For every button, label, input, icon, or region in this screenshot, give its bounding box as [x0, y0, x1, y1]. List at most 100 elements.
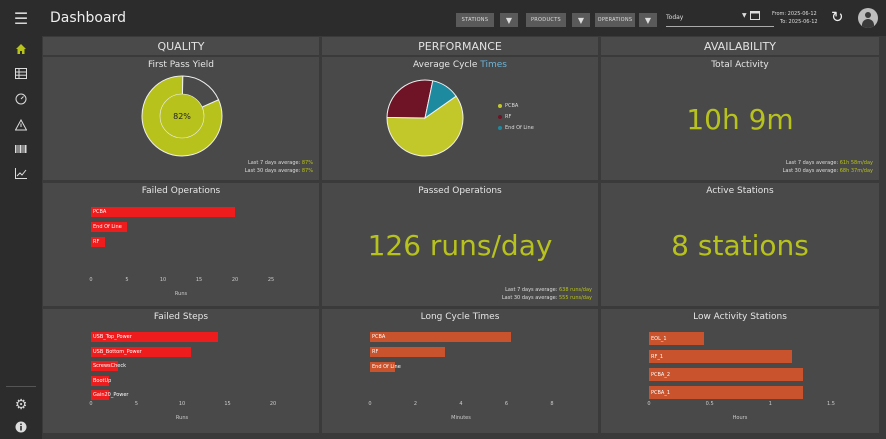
bar-pcba[interactable]: PCBA — [370, 332, 512, 342]
bar-rf[interactable]: RF — [91, 237, 106, 247]
products-filter-button[interactable]: PRODUCTS — [526, 13, 566, 27]
legend-label: PCBA — [505, 103, 519, 109]
fpy-avg7: Last 7 days average: 87% — [247, 160, 313, 166]
x-tick-label: 0 — [89, 401, 93, 407]
operations-filter-button[interactable]: OPERATIONS — [595, 13, 635, 27]
calendar-icon[interactable] — [750, 10, 760, 23]
quality-column-header: QUALITY — [43, 37, 319, 55]
list-icon[interactable] — [0, 60, 42, 86]
x-tick-label: 1 — [768, 401, 772, 407]
bar-label: End Of Line — [93, 224, 122, 230]
stations-filter-icon[interactable]: ▼ — [500, 13, 518, 27]
x-tick-label: 0 — [647, 401, 651, 407]
bar-label: PCBA — [372, 334, 386, 340]
bar-label: PCBA_2 — [651, 371, 671, 378]
refresh-icon[interactable]: ↻ — [831, 8, 844, 26]
bar-usb-top-power[interactable]: USB_Top_Power — [91, 332, 219, 342]
active-stations-value: 8 stations — [671, 229, 809, 262]
first-pass-yield-panel: First Pass Yield 82% Last 7 days average… — [43, 57, 319, 180]
total-activity-value: 10h 9m — [686, 103, 794, 136]
activity-avg7: Last 7 days average: 61h 58m/day — [785, 160, 873, 166]
chevron-down-icon[interactable]: ▼ — [742, 12, 747, 19]
x-tick-label: 10 — [159, 277, 167, 283]
failed-operations-panel: Failed Operations PCBA End Of Line RF 0 5 10 1… — [43, 183, 319, 306]
bar-label: Gain20_Power — [93, 392, 129, 398]
menu-toggle-icon[interactable]: ☰ — [0, 4, 42, 32]
x-axis-title: Runs — [175, 415, 189, 421]
panel-title: Failed Operations — [141, 186, 221, 196]
x-tick-label: 5 — [134, 401, 139, 407]
barcode-icon[interactable] — [0, 136, 42, 162]
legend-marker — [498, 114, 502, 119]
page-title: Dashboard — [50, 10, 126, 26]
total-activity-panel: Total Activity 10h 9m Last 7 days averag… — [601, 57, 879, 180]
bar-label: PCBA_1 — [651, 389, 671, 396]
bar-rf-1[interactable]: RF_1 — [649, 350, 793, 363]
app-root: ☰ ⚙ Dashboard STATIONS ▼ PRODUCTS ▼ OPER… — [0, 0, 886, 439]
x-tick-label: 5 — [125, 277, 129, 283]
x-tick-label: 6 — [504, 401, 509, 407]
bar-label: EOL_1 — [651, 335, 667, 342]
bar-screwscheck[interactable]: ScrewsCheck — [91, 361, 126, 371]
legend-label: End Of Line — [505, 125, 534, 131]
active-stations-panel: Active Stations 8 stations — [601, 183, 879, 306]
line-chart-icon[interactable] — [0, 160, 42, 186]
passed-operations-panel: Passed Operations 126 runs/day Last 7 da… — [322, 183, 598, 306]
x-axis-title: Runs — [174, 291, 188, 297]
bar-label: End Of Line — [372, 364, 401, 370]
date-to-label: To: 2025-06-12 — [780, 19, 818, 25]
gauge-icon[interactable] — [0, 86, 42, 112]
stations-filter-button[interactable]: STATIONS — [456, 13, 494, 27]
x-tick-label: 0 — [89, 277, 93, 283]
low-activity-stations-panel: Low Activity Stations EOL_1 RF_1 PCBA_2 PCB… — [601, 309, 879, 433]
date-from-label: From: 2025-06-12 — [772, 11, 817, 17]
bar-label: BootUp — [93, 377, 112, 384]
bar-label: PCBA — [93, 209, 107, 215]
bar-rf[interactable]: RF — [370, 347, 446, 357]
bar-gain20-power[interactable]: Gain20_Power — [91, 390, 128, 400]
panel-title: Failed Steps — [153, 312, 209, 322]
x-tick-label: 1.5 — [827, 401, 835, 407]
x-tick-label: 2 — [413, 401, 418, 407]
availability-column-header: AVAILABILITY — [601, 37, 879, 55]
warning-icon[interactable] — [0, 112, 42, 138]
panel-title: Passed Operations — [418, 186, 502, 196]
avatar[interactable] — [858, 8, 878, 28]
bar-eol-1[interactable]: EOL_1 — [649, 332, 704, 345]
home-icon[interactable] — [0, 36, 42, 62]
legend-item[interactable]: End Of Line — [498, 125, 534, 131]
info-icon[interactable] — [0, 414, 42, 439]
bar-end-of-line[interactable]: End Of Line — [91, 222, 127, 232]
bar-label: RF — [93, 239, 100, 245]
x-tick-label: 20 — [269, 401, 277, 407]
bar-pcba-2[interactable]: PCBA_2 — [649, 368, 804, 381]
long-cycle-times-panel: Long Cycle Times PCBA RF End Of Line 0 2 4 6 8 M… — [322, 309, 598, 433]
x-tick-label: 4 — [459, 401, 463, 407]
sidebar-divider — [6, 386, 36, 387]
bar-label: RF — [372, 349, 379, 355]
panel-title: Active Stations — [706, 186, 774, 196]
operations-filter-icon[interactable]: ▼ — [639, 13, 657, 27]
passed-operations-value: 126 runs/day — [367, 229, 553, 262]
panel-title: First Pass Yield — [147, 60, 214, 70]
performance-column-header: PERFORMANCE — [322, 37, 598, 55]
x-axis-title: Minutes — [451, 415, 471, 421]
bar-pcba-1[interactable]: PCBA_1 — [649, 386, 804, 399]
legend-marker — [498, 125, 502, 130]
top-bar: Dashboard STATIONS ▼ PRODUCTS ▼ OPERATIO… — [42, 0, 886, 36]
products-filter-icon[interactable]: ▼ — [572, 13, 590, 27]
panel-title: Low Activity Stations — [693, 312, 787, 322]
bar-usb-bottom-power[interactable]: USB_Bottom_Power — [91, 346, 192, 357]
legend-item[interactable]: PCBA — [498, 103, 518, 109]
x-tick-label: 0.5 — [705, 401, 714, 407]
activity-avg30: Last 30 days average: 68h 37m/day — [782, 168, 873, 174]
average-cycle-times-panel: Average Cycle Times PCBA RF End Of Line — [322, 57, 598, 180]
bar-bootup[interactable]: BootUp — [91, 375, 112, 386]
bar-pcba[interactable]: PCBA — [91, 207, 235, 217]
x-tick-label: 25 — [267, 277, 275, 283]
passed-avg30: Last 30 days average: 555 runs/day — [501, 295, 592, 301]
x-tick-label: 15 — [195, 277, 203, 283]
failed-steps-panel: Failed Steps USB_Top_Power USB_Bottom_Pow… — [43, 309, 319, 433]
legend-item[interactable]: RF — [498, 114, 511, 120]
bar-end-of-line[interactable]: End Of Line — [370, 362, 401, 372]
